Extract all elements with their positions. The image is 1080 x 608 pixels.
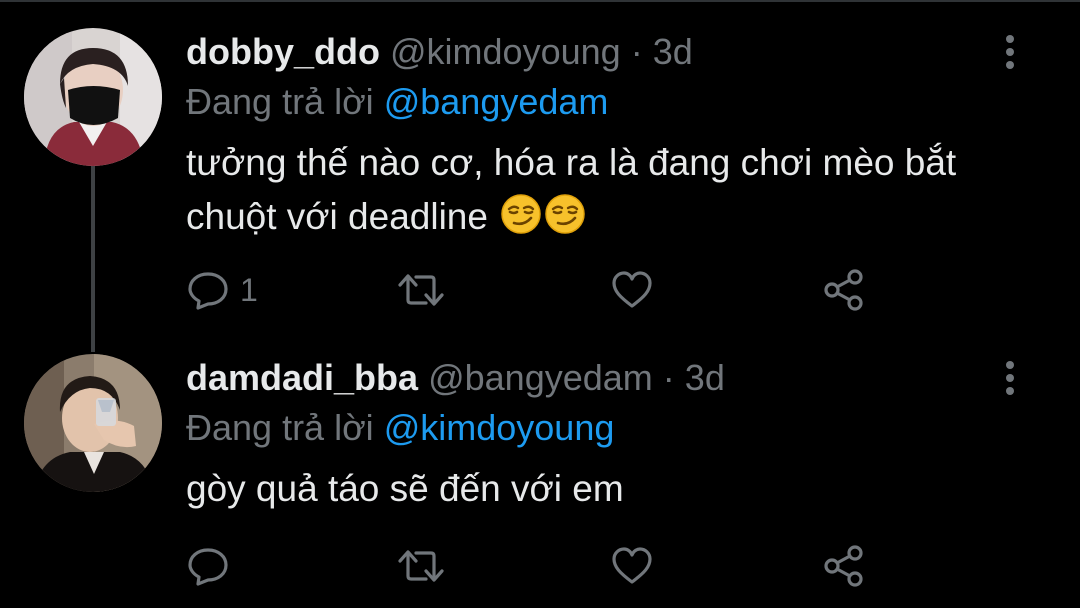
reply-button[interactable]: 1 (186, 268, 258, 312)
retweet-button[interactable] (396, 544, 446, 588)
reply-count: 1 (240, 271, 258, 308)
share-button[interactable] (822, 544, 866, 588)
reply-icon (186, 546, 230, 586)
replying-to-mention[interactable]: @kimdoyoung (384, 407, 615, 448)
user-handle[interactable]: @bangyedam (428, 357, 653, 398)
timestamp[interactable]: 3d (653, 31, 693, 72)
separator-dot: · (630, 31, 643, 72)
user-handle[interactable]: @kimdoyoung (390, 31, 621, 72)
retweet-icon (396, 270, 446, 310)
avatar[interactable] (24, 28, 162, 166)
tweet[interactable]: dobby_ddo @kimdoyoung · 3d Đang trả lời … (0, 0, 1080, 340)
like-icon (610, 546, 654, 586)
reply-button[interactable] (186, 544, 240, 588)
tweet-actions (186, 544, 886, 588)
retweet-icon (396, 546, 446, 586)
tweet-text: gòy quả táo sẽ đến với em (186, 462, 1046, 516)
tweet-text: tưởng thế nào cơ, hóa ra là đang chơi mè… (186, 136, 1046, 250)
tweet-actions: 1 (186, 268, 886, 312)
separator-dot: · (662, 357, 675, 398)
replying-to-label: Đang trả lời (186, 81, 374, 122)
share-icon (822, 268, 866, 312)
replying-to: Đang trả lời @kimdoyoung (186, 406, 614, 450)
display-name[interactable]: dobby_ddo (186, 31, 380, 72)
tweet-header: damdadi_bba @bangyedam · 3d (186, 356, 725, 400)
like-button[interactable] (610, 268, 654, 312)
tweet[interactable]: damdadi_bba @bangyedam · 3d Đang trả lời… (0, 340, 1080, 608)
tweet-text-line: chuột với deadline (186, 190, 1046, 250)
share-icon (822, 544, 866, 588)
tweet-thread: dobby_ddo @kimdoyoung · 3d Đang trả lời … (0, 0, 1080, 608)
replying-to-mention[interactable]: @bangyedam (384, 81, 609, 122)
smirking-face-emoji (544, 193, 586, 250)
more-options-icon[interactable] (1000, 34, 1020, 70)
reply-icon (186, 270, 230, 310)
more-options-icon[interactable] (1000, 360, 1020, 396)
replying-to-label: Đang trả lời (186, 407, 374, 448)
retweet-button[interactable] (396, 268, 446, 312)
tweet-text-segment: chuột với deadline (186, 196, 488, 237)
tweet-header: dobby_ddo @kimdoyoung · 3d (186, 30, 693, 74)
tweet-text-line: gòy quả táo sẽ đến với em (186, 468, 624, 509)
timestamp[interactable]: 3d (685, 357, 725, 398)
tweet-text-line: tưởng thế nào cơ, hóa ra là đang chơi mè… (186, 142, 957, 183)
display-name[interactable]: damdadi_bba (186, 357, 418, 398)
like-button[interactable] (610, 544, 654, 588)
smirking-face-emoji (500, 193, 542, 250)
avatar[interactable] (24, 354, 162, 492)
share-button[interactable] (822, 268, 866, 312)
like-icon (610, 270, 654, 310)
replying-to: Đang trả lời @bangyedam (186, 80, 608, 124)
